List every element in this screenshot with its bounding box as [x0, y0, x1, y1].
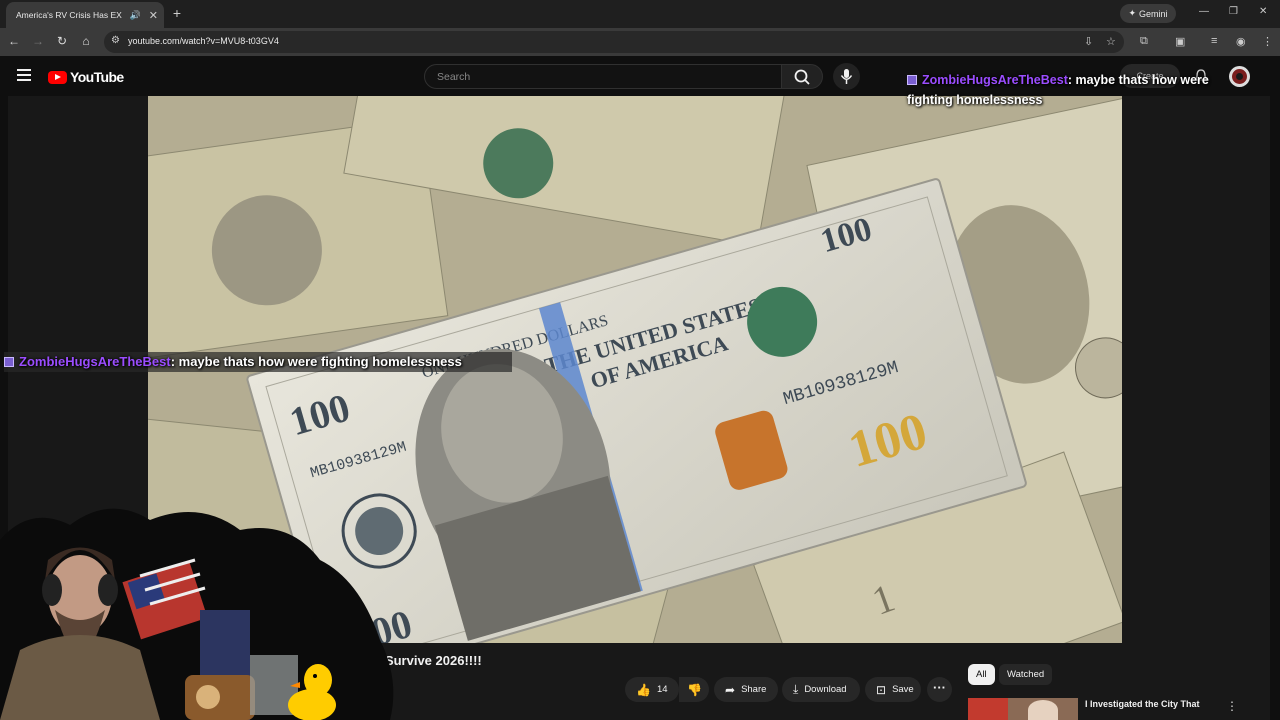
recommendation-thumbnail[interactable]	[968, 698, 1078, 720]
download-icon: ⤓	[793, 682, 799, 696]
streamer-webcam-overlay	[0, 508, 394, 720]
download-label: Download	[804, 684, 847, 695]
back-icon[interactable]: ←	[6, 34, 22, 48]
profile-avatar-icon[interactable]: ◉	[1236, 35, 1246, 48]
youtube-logo-text: YouTube	[70, 69, 124, 85]
bookmark-star-icon[interactable]: ☆	[1106, 35, 1116, 48]
microphone-icon	[840, 69, 853, 84]
search-icon	[794, 69, 810, 85]
home-icon[interactable]: ⌂	[78, 34, 94, 48]
recommendation-menu-icon[interactable]: ⋮	[1226, 699, 1238, 713]
like-button[interactable]: 👍 14	[625, 677, 679, 702]
thumbs-up-icon: 👍	[636, 682, 651, 697]
search-input[interactable]: Search	[424, 64, 782, 89]
share-icon: ➦	[725, 682, 736, 697]
site-info-icon[interactable]: ⚙	[111, 35, 120, 46]
chip-all[interactable]: All	[968, 664, 995, 685]
window-close-icon[interactable]: ✕	[1259, 6, 1267, 17]
chat-username: ZombieHugsAreTheBest	[19, 354, 171, 369]
sparkle-icon: ✦	[1128, 8, 1137, 18]
address-bar[interactable]: ⚙ youtube.com/watch?v=MVU8-t03GV4	[104, 31, 1124, 53]
install-app-icon[interactable]: ⇩	[1084, 35, 1093, 48]
chat-badge-icon	[4, 357, 14, 367]
chat-message: : maybe thats how were fighting homeless…	[170, 354, 462, 369]
url-text: youtube.com/watch?v=MVU8-t03GV4	[128, 36, 279, 46]
share-label: Share	[741, 684, 767, 695]
media-control-icon[interactable]: ▣	[1175, 35, 1185, 48]
save-button[interactable]: ⊡ Save	[865, 677, 921, 702]
speaker-icon[interactable]: 🔊	[130, 10, 141, 21]
gemini-button[interactable]: ✦ Gemini	[1120, 4, 1176, 23]
chip-watched[interactable]: Watched	[999, 664, 1053, 685]
share-button[interactable]: ➦ Share	[714, 677, 778, 702]
tab-title: America's RV Crisis Has EX	[16, 10, 122, 20]
dislike-button[interactable]: 👎	[679, 677, 709, 702]
chat-username: ZombieHugsAreTheBest	[922, 73, 1068, 87]
gemini-label: Gemini	[1139, 8, 1168, 19]
tab-search-icon[interactable]: ≡	[1211, 35, 1217, 47]
browser-tab-strip: America's RV Crisis Has EX 🔊 ✕ + ✦ Gemin…	[0, 0, 1280, 28]
restore-icon[interactable]: ❐	[1229, 6, 1238, 17]
minimize-icon[interactable]: —	[1199, 6, 1209, 17]
search-button[interactable]	[781, 64, 823, 89]
chat-overlay-mid: ZombieHugsAreTheBest: maybe thats how we…	[4, 352, 512, 372]
youtube-logo[interactable]: YouTube	[48, 69, 124, 85]
chat-overlay-top: ZombieHugsAreTheBest: maybe thats how we…	[907, 70, 1237, 110]
close-tab-icon[interactable]: ✕	[149, 9, 158, 22]
like-count: 14	[656, 684, 668, 695]
save-label: Save	[892, 684, 914, 695]
browser-tab-active[interactable]: America's RV Crisis Has EX 🔊 ✕	[6, 2, 164, 28]
voice-search-button[interactable]	[833, 63, 860, 90]
youtube-play-icon	[48, 70, 67, 84]
chat-badge-icon	[907, 75, 917, 85]
thumbs-down-icon: 👎	[687, 682, 702, 697]
browser-menu-icon[interactable]: ⋮	[1262, 35, 1273, 48]
extensions-icon[interactable]: ⧉	[1140, 35, 1148, 48]
hamburger-menu-icon[interactable]	[17, 69, 31, 81]
forward-icon[interactable]: →	[30, 34, 46, 48]
more-actions-icon[interactable]: ···	[927, 677, 952, 702]
recommendation-title[interactable]: I Investigated the City That	[1085, 699, 1215, 709]
bookmark-icon: ⊡	[876, 682, 887, 697]
reload-icon[interactable]: ↻	[54, 34, 70, 48]
browser-toolbar: ← → ↻ ⌂ ⚙ youtube.com/watch?v=MVU8-t03GV…	[0, 28, 1280, 56]
download-button[interactable]: ⤓ Download	[782, 677, 860, 702]
new-tab-button[interactable]: +	[170, 5, 184, 21]
